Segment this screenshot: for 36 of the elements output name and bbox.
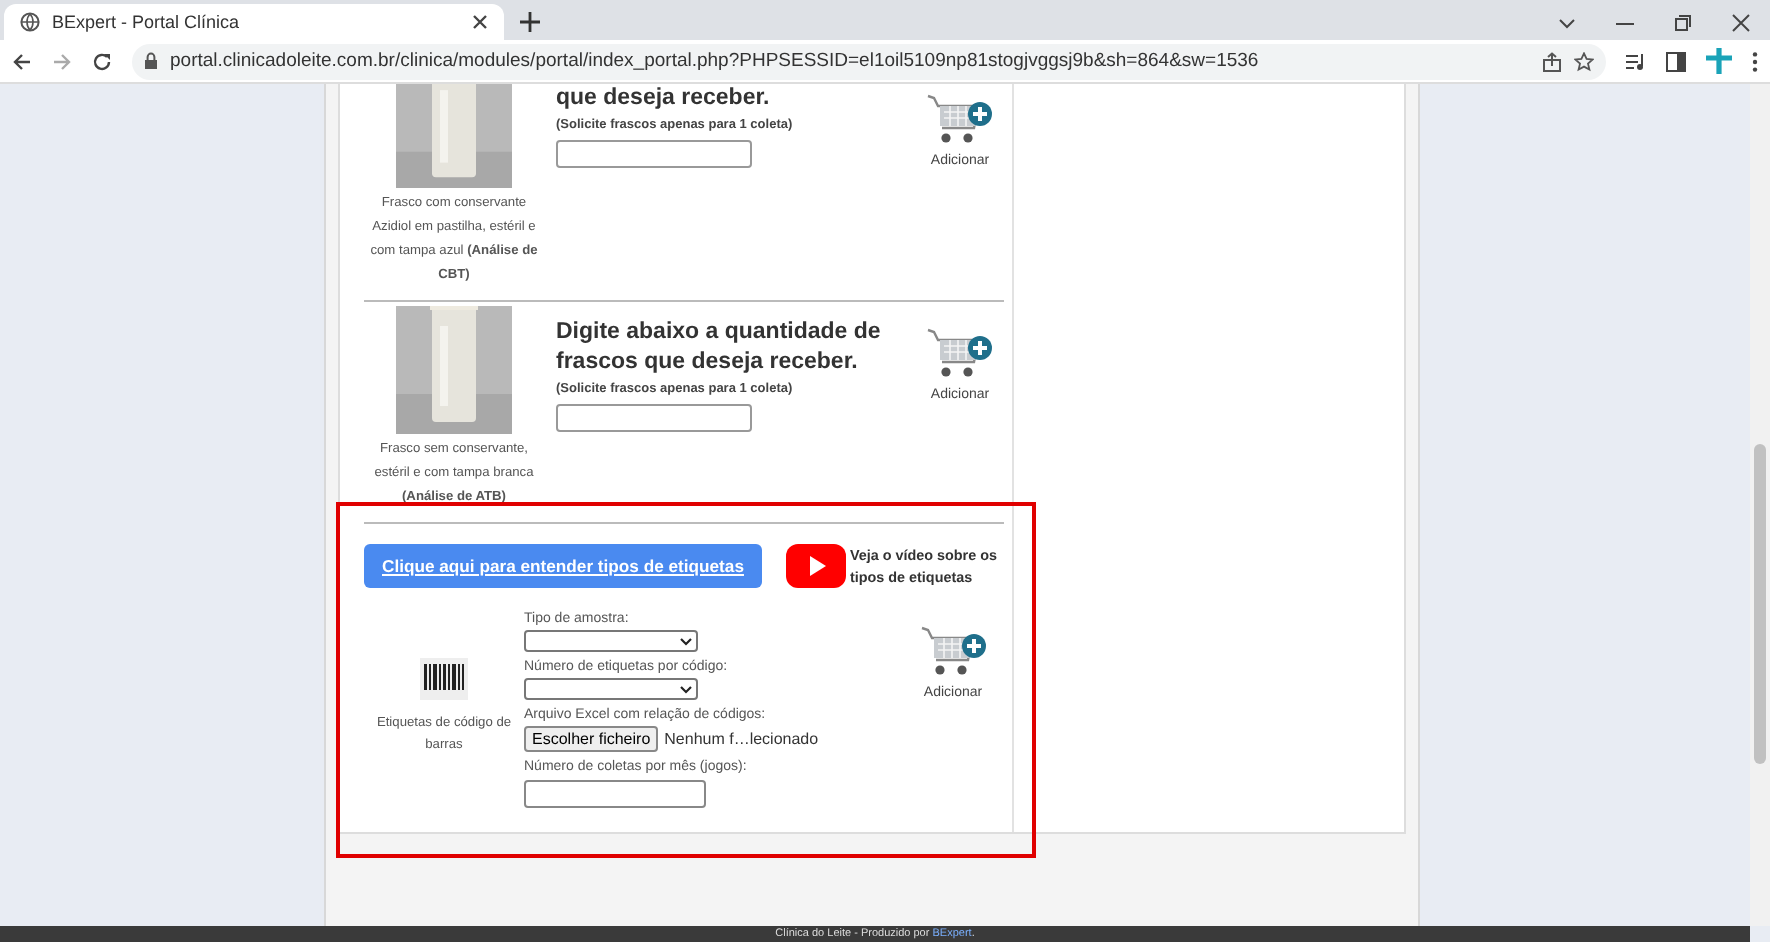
reload-icon[interactable]	[92, 51, 112, 71]
scrollbar[interactable]	[1750, 84, 1770, 926]
restore-icon[interactable]	[1674, 14, 1692, 32]
url-text: portal.clinicadoleite.com.br/clinica/modules/portal/index_portal.php?PHPSESSID=el1oil5109np81stogjvggsj9b&sh=864&sw=1536	[170, 50, 1261, 72]
cross-icon[interactable]	[1706, 48, 1732, 74]
globe-icon	[20, 12, 40, 32]
media-icon[interactable]	[1626, 51, 1646, 71]
file-status: Nenhum f…lecionado	[664, 730, 819, 748]
play-icon[interactable]	[785, 544, 846, 588]
product-title: Digite abaixo a quantidade de frascos que deseja receber.	[556, 318, 883, 378]
lock-icon	[144, 52, 158, 70]
cart-add-icon[interactable]	[926, 92, 994, 148]
chevron-down-icon	[680, 685, 692, 693]
close-icon[interactable]	[472, 14, 488, 30]
star-icon[interactable]	[1574, 51, 1594, 71]
close-icon[interactable]	[1732, 14, 1750, 32]
browser-tab[interactable]: BExpert - Portal Clínica	[4, 4, 504, 40]
tab-title: BExpert - Portal Clínica	[52, 12, 242, 32]
select-field[interactable]	[524, 678, 698, 700]
chevron-down-icon[interactable]	[1558, 14, 1576, 32]
share-icon[interactable]	[1542, 51, 1562, 71]
cart-add-icon[interactable]	[926, 326, 994, 382]
product-title: que deseja receber.	[556, 84, 772, 114]
menu-icon[interactable]	[1752, 51, 1758, 71]
select-field[interactable]	[524, 630, 698, 652]
barcode-icon	[420, 657, 468, 699]
sidebar-icon[interactable]	[1666, 51, 1686, 71]
choose-file-button[interactable]: Escolher ficheiro	[524, 726, 659, 752]
text-field[interactable]	[524, 780, 706, 808]
quantity-field[interactable]	[556, 404, 752, 432]
new-tab-icon[interactable]	[520, 12, 540, 32]
quantity-field[interactable]	[556, 140, 752, 168]
address-bar[interactable]: portal.clinicadoleite.com.br/clinica/modules/portal/index_portal.php?PHPSESSID=el1oil5109np81stogjvggsj9b&sh=864&sw=1536	[132, 43, 1606, 79]
chevron-down-icon	[680, 637, 692, 645]
back-icon[interactable]	[12, 51, 32, 71]
cart-add-icon[interactable]	[919, 624, 987, 680]
